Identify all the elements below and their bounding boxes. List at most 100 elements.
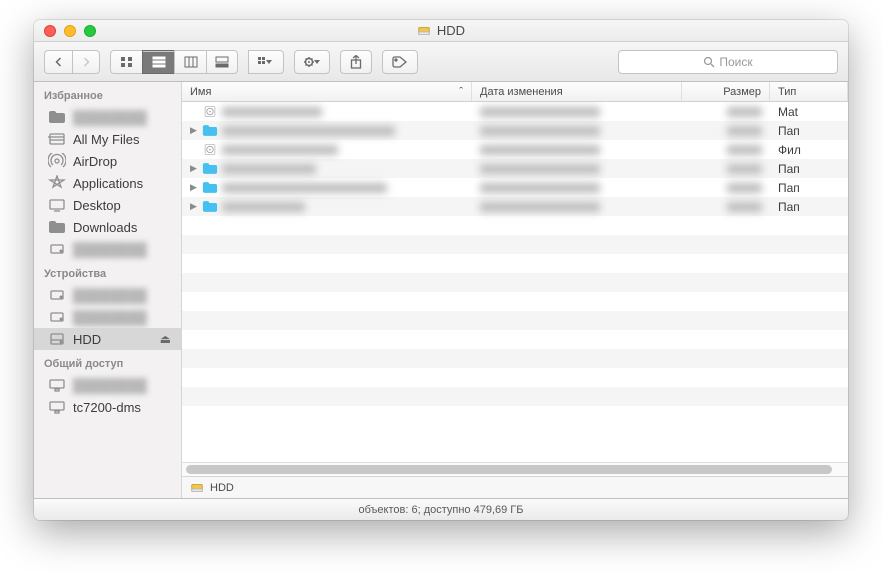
airdrop-icon [48, 153, 66, 169]
forward-button[interactable] [72, 50, 100, 74]
column-headers: Имяˆ Дата изменения Размер Тип [182, 82, 848, 102]
table-row[interactable]: ▶ Пап [182, 159, 848, 178]
eject-icon[interactable]: ⏏ [160, 332, 171, 346]
sidebar-item-label: ████████ [73, 310, 147, 325]
table-row[interactable]: ▶Пап [182, 178, 848, 197]
table-row[interactable]: Mat [182, 102, 848, 121]
sidebar-item-label: Downloads [73, 220, 137, 235]
cell-name [182, 105, 472, 118]
filename [222, 202, 305, 212]
sidebar-item[interactable]: Desktop [34, 194, 181, 216]
disclosure-icon[interactable]: ▶ [190, 201, 198, 212]
folder-icon [48, 109, 66, 125]
main-content: Имяˆ Дата изменения Размер Тип Mat ▶ Пап Фи… [182, 82, 848, 498]
column-type[interactable]: Тип [770, 82, 848, 101]
apps-icon [48, 175, 66, 191]
cell-type: Пап [770, 200, 848, 214]
desktop-icon [48, 197, 66, 213]
cell-type: Mat [770, 105, 848, 119]
disclosure-icon[interactable]: ▶ [190, 125, 198, 136]
zoom-icon[interactable] [84, 25, 96, 37]
back-button[interactable] [44, 50, 72, 74]
cell-type: Пап [770, 124, 848, 138]
toolbar: Поиск [34, 42, 848, 82]
cell-date [472, 164, 682, 174]
horizontal-scrollbar[interactable] [182, 462, 848, 476]
path-bar[interactable]: HDD [182, 476, 848, 498]
drive-icon [48, 287, 66, 303]
sidebar-item[interactable]: Downloads [34, 216, 181, 238]
filename [222, 126, 395, 136]
hdd-icon [417, 24, 431, 38]
sidebar-item[interactable]: ████████ [34, 106, 181, 128]
filename [222, 183, 387, 193]
coverflow-view-button[interactable] [206, 50, 238, 74]
action-button[interactable] [294, 50, 330, 74]
sidebar-item[interactable]: ████████ [34, 374, 181, 396]
cell-size [682, 107, 770, 117]
cell-name: ▶ [182, 181, 472, 194]
sidebar-item[interactable]: ████████ [34, 306, 181, 328]
sidebar-item-label: All My Files [73, 132, 139, 147]
table-row-empty [182, 349, 848, 368]
column-size[interactable]: Размер [682, 82, 770, 101]
search-field[interactable]: Поиск [618, 50, 838, 74]
file-list[interactable]: Mat▶ПапФил▶Пап▶Пап▶Пап [182, 102, 848, 462]
column-name[interactable]: Имяˆ [182, 82, 472, 101]
table-row-empty [182, 235, 848, 254]
table-row[interactable]: Фил [182, 140, 848, 159]
cell-name: ▶ [182, 162, 472, 175]
sidebar[interactable]: Избранное████████All My FilesAirDropAppl… [34, 82, 182, 498]
column-date[interactable]: Дата изменения [472, 82, 682, 101]
share-button[interactable] [340, 50, 372, 74]
sidebar-item[interactable]: All My Files [34, 128, 181, 150]
cell-type: Пап [770, 162, 848, 176]
arrange-button[interactable] [248, 50, 284, 74]
folder-blue-icon [202, 200, 218, 213]
disclosure-icon[interactable]: ▶ [190, 182, 198, 193]
table-row-empty [182, 292, 848, 311]
sidebar-item[interactable]: ████████ [34, 284, 181, 306]
sidebar-item[interactable]: ████████ [34, 238, 181, 260]
cell-size [682, 126, 770, 136]
sidebar-item-label: ████████ [73, 110, 147, 125]
table-row-empty [182, 368, 848, 387]
list-view-button[interactable] [142, 50, 174, 74]
path-label: HDD [210, 482, 234, 494]
cell-size [682, 145, 770, 155]
sidebar-item-label: tc7200-dms [73, 400, 141, 415]
minimize-icon[interactable] [64, 25, 76, 37]
sidebar-item-label: Applications [73, 176, 143, 191]
icon-view-button[interactable] [110, 50, 142, 74]
close-icon[interactable] [44, 25, 56, 37]
window-title: HDD [34, 23, 848, 38]
traffic-lights [34, 25, 96, 37]
scrollbar-thumb[interactable] [186, 465, 832, 474]
hdd-icon [48, 331, 66, 347]
allfiles-icon [48, 131, 66, 147]
titlebar[interactable]: HDD [34, 20, 848, 42]
status-text: объектов: 6; доступно 479,69 ГБ [359, 504, 524, 516]
table-row[interactable]: ▶ Пап [182, 121, 848, 140]
cell-date [472, 126, 682, 136]
sidebar-item[interactable]: AirDrop [34, 150, 181, 172]
filename [222, 164, 316, 174]
cell-size [682, 183, 770, 193]
cell-name [182, 143, 472, 156]
table-row[interactable]: ▶ Пап [182, 197, 848, 216]
disk-icon [202, 143, 218, 156]
sidebar-item-label: AirDrop [73, 154, 117, 169]
sidebar-item[interactable]: Applications [34, 172, 181, 194]
tags-button[interactable] [382, 50, 418, 74]
cell-date [472, 202, 682, 212]
cell-date [472, 145, 682, 155]
filename [222, 107, 322, 117]
sidebar-item[interactable]: tc7200-dms [34, 396, 181, 418]
disclosure-icon[interactable]: ▶ [190, 163, 198, 174]
drive-icon [48, 241, 66, 257]
table-row-empty [182, 330, 848, 349]
sidebar-item[interactable]: HDD ⏏ [34, 328, 181, 350]
column-view-button[interactable] [174, 50, 206, 74]
sidebar-item-label: HDD [73, 332, 101, 347]
finder-window: HDD Поиск Избранное████████All My FilesA… [34, 20, 848, 520]
